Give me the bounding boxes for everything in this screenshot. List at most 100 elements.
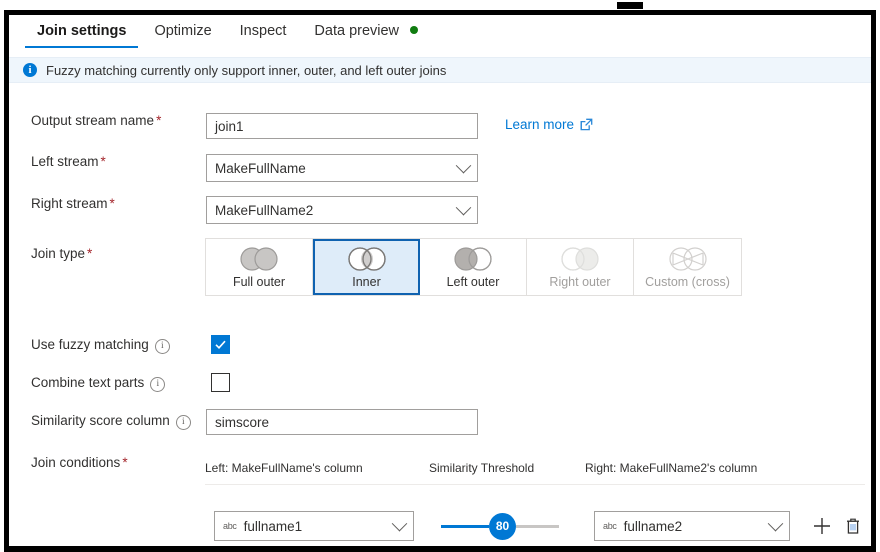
- slider-track-filled: [441, 524, 489, 528]
- info-message-bar: i Fuzzy matching currently only support …: [9, 57, 871, 83]
- tab-inspect-label: Inspect: [239, 23, 287, 39]
- left-stream-value: MakeFullName: [215, 160, 306, 176]
- learn-more-link[interactable]: Learn more: [505, 113, 593, 132]
- similarity-threshold-slider[interactable]: 80: [441, 511, 559, 541]
- output-stream-name-value: join1: [215, 118, 244, 134]
- delete-condition-button[interactable]: [844, 516, 862, 536]
- panel-body: Join settings Optimize Inspect Data prev…: [9, 15, 871, 546]
- join-type-option-full-outer-label: Full outer: [232, 274, 286, 289]
- window-notch: [617, 2, 643, 9]
- tab-optimize-label: Optimize: [154, 23, 212, 39]
- right-stream-dropdown[interactable]: MakeFullName2: [206, 196, 478, 224]
- join-type-option-inner[interactable]: Inner: [313, 239, 420, 295]
- use-fuzzy-matching-checkbox[interactable]: [211, 335, 230, 354]
- output-stream-name-label: Output stream name *: [9, 113, 189, 129]
- join-type-option-left-outer[interactable]: Left outer: [420, 239, 527, 295]
- combine-text-parts-label: Combine text parts i: [9, 375, 189, 392]
- data-preview-status-dot-icon: [410, 26, 419, 34]
- row-join-type: Join type * Full outer Inner Left outer …: [9, 238, 742, 296]
- row-use-fuzzy-matching: Use fuzzy matching i: [9, 335, 230, 354]
- info-icon: i: [23, 63, 37, 77]
- join-condition-left-column-dropdown[interactable]: abc fullname1: [214, 511, 414, 541]
- learn-more-label: Learn more: [505, 117, 575, 132]
- screenshot-root: Join settings Optimize Inspect Data prev…: [0, 0, 880, 552]
- row-combine-text-parts: Combine text parts i: [9, 373, 230, 392]
- join-conditions-label: Join conditions *: [9, 455, 189, 471]
- join-type-option-custom-cross: Custom (cross): [634, 239, 741, 295]
- join-type-option-full-outer[interactable]: Full outer: [206, 239, 313, 295]
- venn-cross-icon: [668, 246, 707, 271]
- join-type-label-text: Join type: [31, 246, 86, 261]
- slider-track-remaining: [516, 524, 559, 528]
- chevron-down-icon: [767, 515, 784, 531]
- join-type-option-inner-label: Inner: [352, 274, 381, 289]
- right-stream-required: *: [109, 196, 115, 211]
- combine-text-parts-checkbox[interactable]: [211, 373, 230, 392]
- join-condition-right-column-value: fullname2: [623, 518, 683, 534]
- combine-text-parts-label-text: Combine text parts: [31, 375, 145, 390]
- similarity-score-column-label-text: Similarity score column: [31, 413, 170, 428]
- join-type-label: Join type *: [9, 238, 189, 262]
- chevron-down-icon: [455, 199, 472, 215]
- checkmark-icon: [215, 340, 226, 349]
- info-circle-icon[interactable]: i: [175, 415, 191, 430]
- tab-join-settings-label: Join settings: [37, 23, 127, 39]
- external-link-icon: [580, 118, 593, 131]
- abc-string-type-icon: abc: [603, 521, 617, 531]
- tab-data-preview[interactable]: Data preview: [300, 15, 432, 48]
- join-type-option-custom-cross-label: Custom (cross): [645, 274, 730, 289]
- chevron-down-icon: [455, 157, 472, 173]
- venn-right-outer-icon: [561, 246, 599, 271]
- use-fuzzy-matching-label: Use fuzzy matching i: [9, 337, 189, 354]
- window-frame: Join settings Optimize Inspect Data prev…: [4, 10, 876, 552]
- row-join-conditions-label: Join conditions *: [9, 455, 189, 471]
- join-conditions-required: *: [122, 455, 128, 470]
- info-circle-icon[interactable]: i: [150, 377, 166, 392]
- join-conditions-header-right: Right: MakeFullName2's column: [585, 461, 758, 475]
- join-conditions-header-left: Left: MakeFullName's column: [205, 461, 363, 475]
- abc-string-type-icon: abc: [223, 521, 237, 531]
- info-circle-icon[interactable]: i: [154, 339, 170, 354]
- join-type-options: Full outer Inner Left outer Right outer …: [205, 238, 742, 296]
- venn-inner-icon: [347, 246, 386, 271]
- right-stream-label: Right stream *: [9, 196, 189, 212]
- join-condition-left-column-value: fullname1: [243, 518, 303, 534]
- use-fuzzy-matching-label-text: Use fuzzy matching: [31, 337, 149, 352]
- tab-data-preview-label: Data preview: [314, 23, 400, 39]
- venn-left-outer-icon: [454, 246, 492, 271]
- similarity-score-column-label: Similarity score column i: [9, 413, 194, 430]
- right-stream-label-text: Right stream: [31, 196, 108, 211]
- output-stream-name-label-text: Output stream name: [31, 113, 155, 128]
- join-conditions-label-text: Join conditions: [31, 455, 121, 470]
- join-type-option-right-outer-label: Right outer: [549, 274, 611, 289]
- join-type-required: *: [87, 246, 93, 261]
- tab-bar: Join settings Optimize Inspect Data prev…: [9, 15, 871, 52]
- left-stream-label-text: Left stream: [31, 154, 99, 169]
- tab-join-settings[interactable]: Join settings: [23, 15, 140, 48]
- row-right-stream: Right stream * MakeFullName2: [9, 196, 478, 224]
- tab-inspect[interactable]: Inspect: [226, 15, 301, 48]
- row-left-stream: Left stream * MakeFullName: [9, 154, 478, 182]
- info-message-text: Fuzzy matching currently only support in…: [46, 62, 447, 78]
- output-stream-name-required: *: [156, 113, 162, 128]
- join-type-option-left-outer-label: Left outer: [446, 274, 500, 289]
- left-stream-label: Left stream *: [9, 154, 189, 170]
- similarity-score-column-input[interactable]: simscore: [206, 409, 478, 435]
- row-output-stream-name: Output stream name * join1 Learn more: [9, 113, 593, 139]
- slider-thumb[interactable]: 80: [489, 512, 516, 540]
- output-stream-name-input[interactable]: join1: [206, 113, 478, 139]
- add-condition-button[interactable]: [812, 516, 832, 536]
- left-stream-required: *: [100, 154, 106, 169]
- venn-full-outer-icon: [240, 246, 278, 271]
- right-stream-value: MakeFullName2: [215, 202, 314, 218]
- chevron-down-icon: [391, 515, 408, 531]
- similarity-score-column-value: simscore: [215, 414, 270, 430]
- join-conditions-row: abc fullname1 abc fullname2: [9, 511, 862, 541]
- join-type-option-right-outer: Right outer: [527, 239, 634, 295]
- join-condition-right-column-dropdown[interactable]: abc fullname2: [594, 511, 790, 541]
- left-stream-dropdown[interactable]: MakeFullName: [206, 154, 478, 182]
- row-similarity-score-column: Similarity score column i simscore: [9, 409, 478, 435]
- tab-optimize[interactable]: Optimize: [140, 15, 225, 48]
- join-conditions-header-threshold: Similarity Threshold: [429, 461, 535, 475]
- join-conditions-divider: [205, 484, 865, 485]
